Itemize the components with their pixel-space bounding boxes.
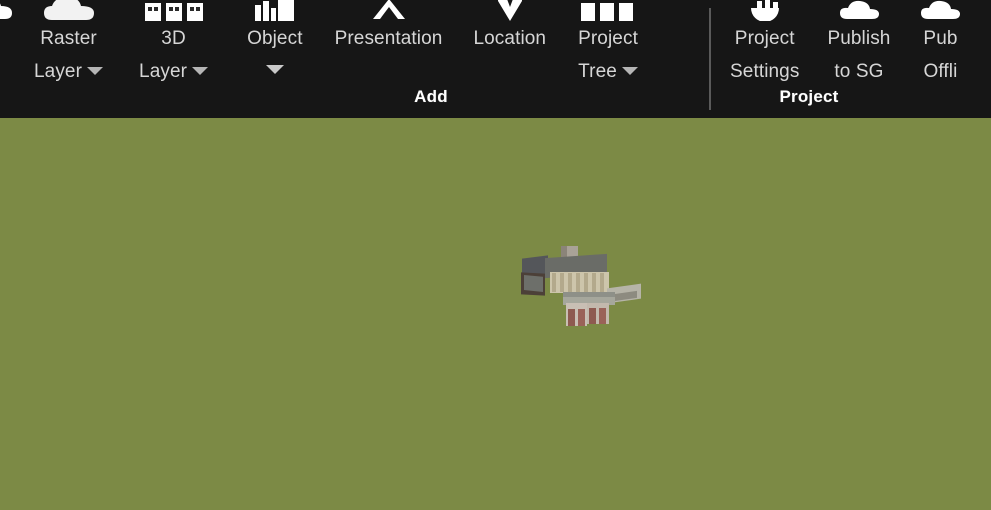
publish-cloud-icon bbox=[837, 0, 881, 21]
ribbon-button-project-tree[interactable]: Project Tree bbox=[562, 0, 654, 96]
ribbon-button-presentation[interactable]: Presentation bbox=[320, 0, 458, 96]
ribbon-button-label-line2[interactable]: Layer bbox=[139, 57, 209, 87]
raster-layer-icon bbox=[42, 0, 96, 21]
ribbon-button-location[interactable]: Location bbox=[457, 0, 562, 96]
object-icon bbox=[249, 0, 301, 21]
ribbon-group-add: e Raster Layer bbox=[0, 0, 711, 118]
ribbon-button-label-line2: Settings bbox=[730, 61, 800, 82]
cloud-icon bbox=[0, 0, 14, 21]
model-block-front-accent-1 bbox=[568, 309, 575, 326]
3d-layer-icon bbox=[144, 0, 204, 21]
ribbon-button-label-line2: to SG bbox=[834, 61, 884, 82]
model-block-terrace-detail-1 bbox=[552, 273, 556, 292]
ribbon-button-label-line1: Pub bbox=[923, 28, 958, 49]
label-text: Layer bbox=[34, 61, 83, 82]
model-block-terrace-detail-6 bbox=[592, 273, 596, 292]
model-block-terrace-detail-2 bbox=[560, 273, 564, 292]
model-block-front-accent-4 bbox=[599, 308, 606, 324]
ribbon-button-object[interactable]: Object bbox=[230, 0, 320, 96]
model-block-front-accent-3 bbox=[589, 308, 596, 324]
ribbon-button-project-settings[interactable]: Project Settings bbox=[716, 0, 813, 96]
chevron-down-icon[interactable] bbox=[192, 66, 209, 75]
ribbon-button-label-line2[interactable]: Tree bbox=[578, 57, 638, 87]
model-block-terrace-detail-3 bbox=[568, 273, 572, 292]
ribbon-button-partial-left-layer[interactable]: e bbox=[0, 0, 20, 96]
project-tree-icon bbox=[579, 0, 637, 21]
ribbon-button-label-line1: Raster bbox=[40, 28, 97, 49]
ribbon-button-3d-layer[interactable]: 3D Layer bbox=[117, 0, 230, 96]
ribbon-group-project: Project Settings Publish to SG Pub Offli… bbox=[716, 0, 991, 118]
ribbon-group-separator bbox=[709, 8, 711, 110]
label-text: Tree bbox=[578, 61, 617, 82]
ribbon-button-label-line2: Offli bbox=[923, 61, 958, 82]
3d-building-model[interactable] bbox=[521, 246, 641, 326]
ribbon-button-raster-layer[interactable]: Raster Layer bbox=[20, 0, 117, 96]
chevron-down-icon[interactable] bbox=[265, 54, 284, 84]
location-pin-icon bbox=[490, 0, 530, 21]
chevron-down-icon[interactable] bbox=[87, 66, 104, 75]
presentation-icon bbox=[367, 0, 411, 21]
chevron-down-icon[interactable] bbox=[621, 66, 638, 75]
ribbon-toolbar: e Raster Layer bbox=[0, 0, 991, 118]
ribbon-button-publish-offline[interactable]: Pub Offli bbox=[904, 0, 976, 96]
ribbon-button-label-line2[interactable]: Layer bbox=[34, 57, 104, 87]
model-block-left-face bbox=[524, 275, 543, 292]
ribbon-button-label-line1: 3D bbox=[161, 28, 186, 49]
ribbon-button-label-line1: Publish bbox=[827, 28, 891, 49]
ribbon-button-label-line1: Presentation bbox=[334, 28, 443, 49]
ribbon-button-publish-to-sg[interactable]: Publish to SG bbox=[813, 0, 904, 96]
ribbon-group-label-add: Add bbox=[414, 87, 448, 106]
ribbon-button-label-line1: Project bbox=[734, 28, 795, 49]
model-block-front-accent-2 bbox=[578, 309, 585, 326]
ribbon-group-label-project: Project bbox=[779, 87, 839, 106]
publish-offline-icon bbox=[918, 0, 962, 21]
ribbon-button-label-line1: Project bbox=[578, 28, 638, 49]
model-block-terrace-detail-5 bbox=[584, 273, 588, 292]
label-text: Layer bbox=[139, 61, 188, 82]
ribbon-button-label-line1: Object bbox=[247, 28, 303, 49]
3d-scene-viewport[interactable]: 技术几句杂谈 bbox=[0, 118, 991, 510]
model-block-terrace-detail-4 bbox=[576, 273, 580, 292]
gear-icon bbox=[743, 0, 787, 21]
model-block-terrace-detail-7 bbox=[600, 273, 604, 292]
ribbon-button-label-line1: Location bbox=[473, 28, 547, 49]
